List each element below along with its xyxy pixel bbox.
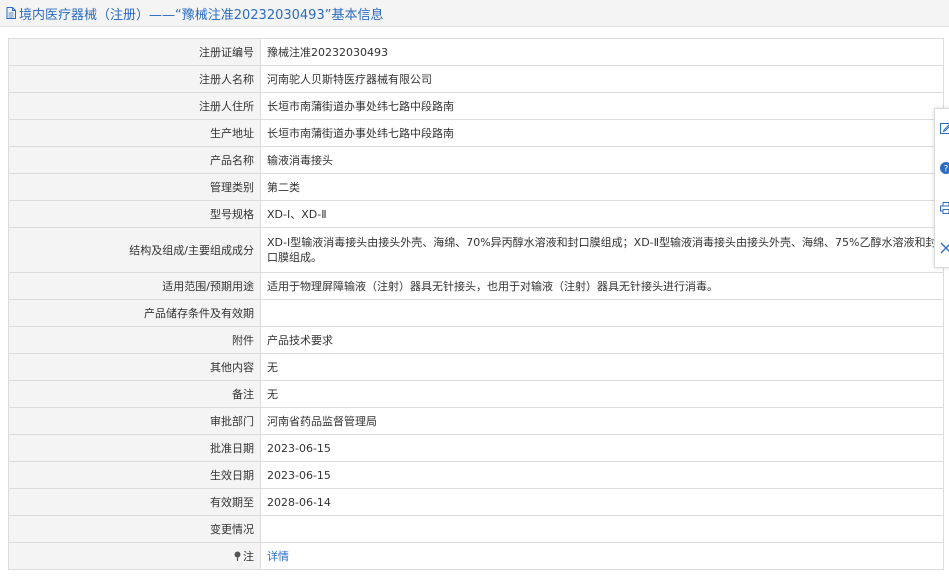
row-label: 注册人名称 [8, 65, 261, 93]
table-row: 附件 产品技术要求 [8, 326, 944, 354]
row-label: 审批部门 [8, 407, 261, 435]
row-value: 长垣市南蒲街道办事处纬七路中段路南 [260, 92, 944, 120]
row-value: 输液消毒接头 [260, 146, 944, 174]
details-link[interactable]: 详情 [267, 550, 289, 563]
row-label: 批准日期 [8, 434, 261, 462]
row-label: 备注 [8, 380, 261, 408]
edit-icon[interactable] [940, 121, 949, 135]
note-value-cell: 详情 [260, 542, 944, 570]
row-value: 长垣市南蒲街道办事处纬七路中段路南 [260, 119, 944, 147]
table-row: 生效日期 2023-06-15 [8, 461, 944, 489]
row-label: 产品储存条件及有效期 [8, 299, 261, 327]
table-row: 注册人住所 长垣市南蒲街道办事处纬七路中段路南 [8, 92, 944, 120]
table-row: 注册证编号 豫械注准20232030493 [8, 38, 944, 66]
print-icon[interactable] [940, 201, 949, 215]
row-label: 管理类别 [8, 173, 261, 201]
svg-text:?: ? [944, 165, 949, 175]
row-value: 产品技术要求 [260, 326, 944, 354]
table-row: 型号规格 XD-Ⅰ、XD-Ⅱ [8, 200, 944, 228]
table-row: 注册人名称 河南驼人贝斯特医疗器械有限公司 [8, 65, 944, 93]
info-table: 注册证编号 豫械注准20232030493 注册人名称 河南驼人贝斯特医疗器械有… [8, 38, 944, 570]
row-value: 2023-06-15 [260, 461, 944, 489]
table-row: 适用范围/预期用途 适用于物理屏障输液（注射）器具无针接头，也用于对输液（注射）… [8, 272, 944, 300]
table-row: 变更情况 [8, 515, 944, 543]
row-label: 生产地址 [8, 119, 261, 147]
table-row: 批准日期 2023-06-15 [8, 434, 944, 462]
table-row: 管理类别 第二类 [8, 173, 944, 201]
table-row: 生产地址 长垣市南蒲街道办事处纬七路中段路南 [8, 119, 944, 147]
row-value: 2023-06-15 [260, 434, 944, 462]
row-label: 附件 [8, 326, 261, 354]
row-label: 结构及组成/主要组成成分 [8, 227, 261, 273]
row-value: XD-Ⅰ型输液消毒接头由接头外壳、海绵、70%异丙醇水溶液和封口膜组成；XD-Ⅱ… [260, 227, 944, 273]
row-label: 注册证编号 [8, 38, 261, 66]
table-row: 产品储存条件及有效期 [8, 299, 944, 327]
pin-icon [234, 551, 241, 561]
table-row: 其他内容 无 [8, 353, 944, 381]
row-value: 河南省药品监督管理局 [260, 407, 944, 435]
note-label-cell: 注 [8, 542, 261, 570]
row-label: 注册人住所 [8, 92, 261, 120]
table-row: 产品名称 输液消毒接头 [8, 146, 944, 174]
table-row-note: 注 详情 [8, 542, 944, 570]
help-icon[interactable]: ? [940, 161, 949, 175]
row-label: 变更情况 [8, 515, 261, 543]
row-value: 无 [260, 380, 944, 408]
row-value: 适用于物理屏障输液（注射）器具无针接头，也用于对输液（注射）器具无针接头进行消毒… [260, 272, 944, 300]
row-value: 2028-06-14 [260, 488, 944, 516]
row-value: 豫械注准20232030493 [260, 38, 944, 66]
note-label: 注 [243, 549, 254, 563]
row-label: 有效期至 [8, 488, 261, 516]
page-title: 境内医疗器械（注册）——“豫械注准20232030493”基本信息 [0, 0, 949, 27]
row-value [260, 299, 944, 327]
row-label: 适用范围/预期用途 [8, 272, 261, 300]
row-value [260, 515, 944, 543]
row-value: 第二类 [260, 173, 944, 201]
document-icon [6, 7, 16, 19]
row-label: 生效日期 [8, 461, 261, 489]
row-label: 型号规格 [8, 200, 261, 228]
table-row: 审批部门 河南省药品监督管理局 [8, 407, 944, 435]
page-title-text: 境内医疗器械（注册）——“豫械注准20232030493”基本信息 [19, 7, 384, 23]
table-row: 有效期至 2028-06-14 [8, 488, 944, 516]
table-row: 备注 无 [8, 380, 944, 408]
side-toolbar: ? [934, 108, 949, 268]
row-value: 河南驼人贝斯特医疗器械有限公司 [260, 65, 944, 93]
row-value: 无 [260, 353, 944, 381]
close-icon[interactable] [940, 241, 949, 255]
table-row: 结构及组成/主要组成成分 XD-Ⅰ型输液消毒接头由接头外壳、海绵、70%异丙醇水… [8, 227, 944, 273]
row-label: 产品名称 [8, 146, 261, 174]
row-value: XD-Ⅰ、XD-Ⅱ [260, 200, 944, 228]
row-label: 其他内容 [8, 353, 261, 381]
